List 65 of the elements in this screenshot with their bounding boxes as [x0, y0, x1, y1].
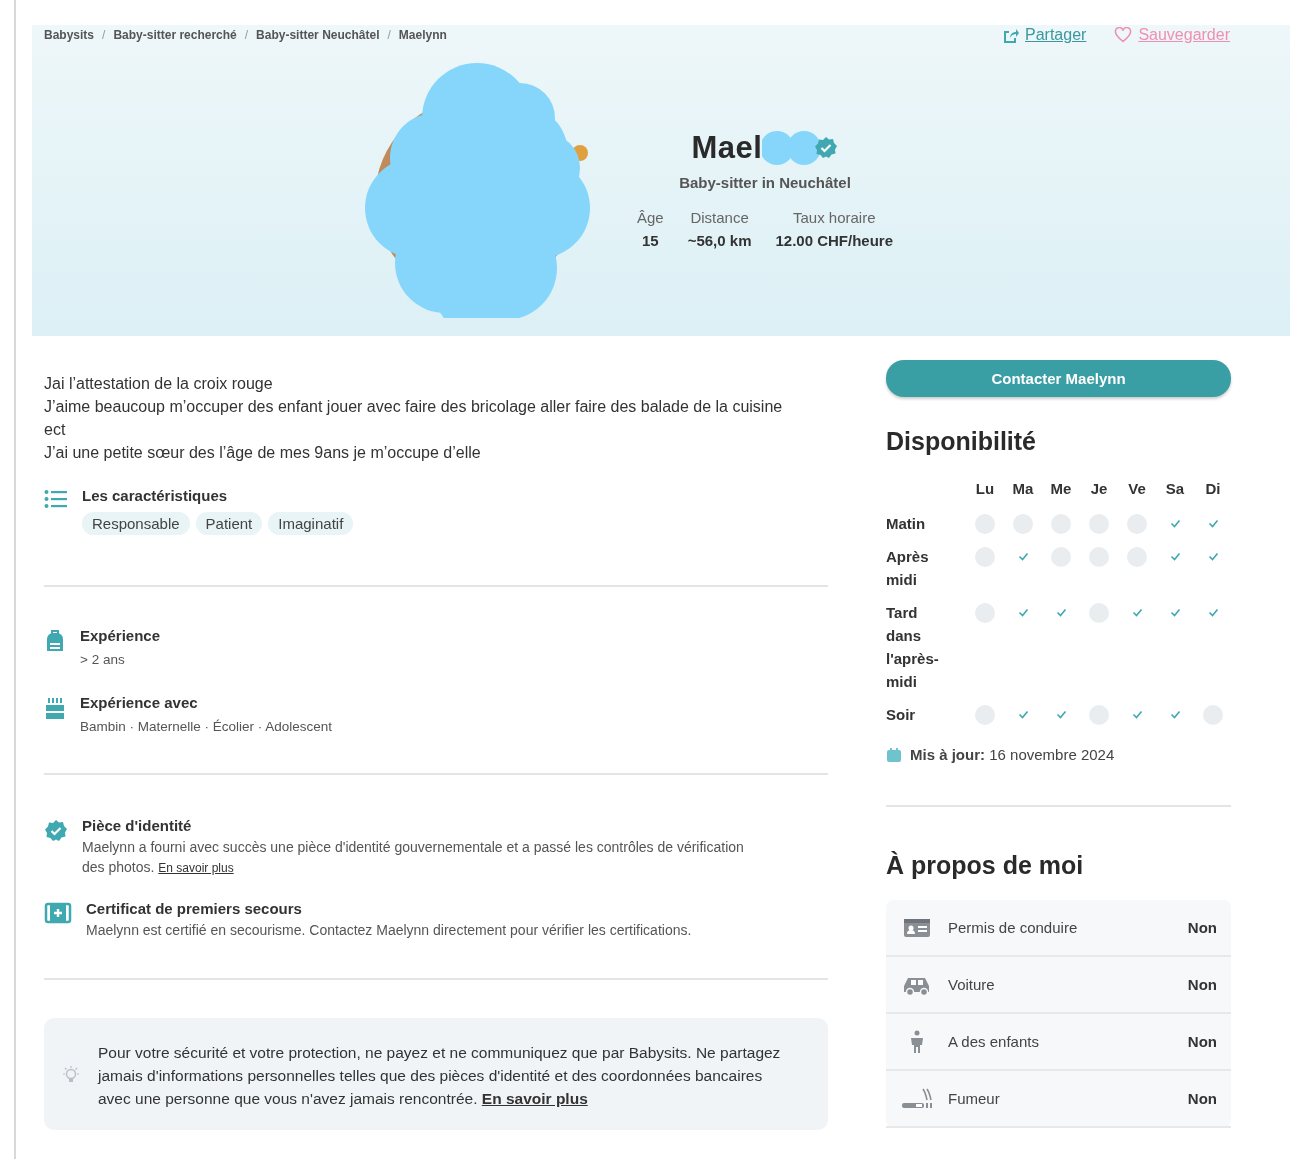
info-value: Non — [1187, 976, 1217, 993]
learn-more-link[interactable]: En savoir plus — [158, 861, 234, 875]
section-value: Bambin · Maternelle · Écolier · Adolescent — [80, 718, 333, 736]
section-text: Maelynn est certifié en secourisme. Contactez Maelynn directement pour vérifier les certifications. — [86, 921, 692, 940]
profile-subtitle: Baby-sitter in Neuchâtel — [679, 173, 851, 191]
heart-icon[interactable] — [1114, 27, 1133, 43]
stat-label: Taux horaire — [793, 208, 876, 226]
trait-tag: Imaginatif — [268, 512, 354, 535]
section-title: Pièce d'identité — [82, 817, 193, 834]
info-label: Voiture — [948, 976, 996, 993]
day-label: Sa — [1164, 480, 1186, 499]
updated-date: Mis à jour: 16 novembre 2024 — [910, 746, 1115, 763]
breadcrumb-link[interactable]: Baby-sitter Neuchâtel — [256, 28, 380, 42]
calendar-icon — [886, 746, 902, 763]
section-title: Certificat de premiers secours — [86, 900, 303, 917]
section-title: Expérience avec — [80, 694, 199, 711]
breadcrumb-link[interactable]: Babysits — [44, 28, 95, 42]
stat-value: 12.00 CHF/heure — [775, 231, 894, 249]
info-label: Permis de conduire — [948, 919, 1079, 936]
description-text: J’ai une petite sœur des l’âge de mes 9ans je m’occupe d’elle — [44, 443, 482, 463]
day-label: Lu — [974, 480, 996, 499]
cigarette-icon — [901, 1086, 933, 1111]
info-value: Non — [1187, 919, 1217, 936]
section-title: Les caractéristiques — [82, 487, 229, 504]
learn-more-link[interactable]: En savoir plus — [481, 1090, 588, 1107]
stat-value: 15 — [641, 231, 659, 249]
time-label: Soir — [886, 705, 917, 725]
verified-badge-icon — [44, 819, 68, 843]
cake-icon — [44, 696, 66, 720]
info-value: Non — [1187, 1090, 1217, 1107]
stat-value: ~56,0 km — [687, 231, 752, 249]
list-icon — [44, 489, 68, 509]
backpack-icon — [44, 629, 66, 653]
breadcrumb-separator: / — [387, 28, 391, 42]
day-label: Ve — [1127, 480, 1147, 499]
trait-tag: Patient — [195, 512, 263, 535]
profile-name: Mael — [691, 129, 763, 166]
breadcrumb-link[interactable]: Baby-sitter recherché — [113, 28, 237, 42]
day-label: Je — [1089, 480, 1109, 499]
section-value: > 2 ans — [80, 651, 126, 669]
breadcrumb-separator: / — [244, 28, 249, 42]
section-heading: À propos de moi — [886, 851, 1085, 880]
info-label: Fumeur — [948, 1090, 1001, 1107]
info-label: A des enfants — [948, 1033, 1040, 1050]
day-label: Me — [1049, 480, 1073, 499]
child-icon — [909, 1029, 925, 1054]
trait-tag: Responsable — [82, 512, 190, 535]
description-text: J’aime beaucoup m’occuper des enfant jouer avec faire des bricolage aller faire des balade de la cuisine ect — [44, 397, 784, 440]
description-text: Jai l’attestation de la croix rouge — [44, 374, 274, 394]
section-heading: Disponibilité — [886, 427, 1037, 456]
info-value: Non — [1187, 1033, 1217, 1050]
breadcrumb-link[interactable]: Maelynn — [398, 28, 447, 42]
time-label: Après midi — [886, 547, 930, 590]
id-card-icon — [903, 916, 931, 939]
first-aid-icon — [44, 902, 72, 924]
breadcrumb-separator: / — [102, 28, 106, 42]
day-label: Di — [1204, 480, 1222, 499]
stat-label: Distance — [690, 208, 749, 226]
time-label: Matin — [886, 514, 927, 534]
section-text: Maelynn a fourni avec succès une pièce d'identité gouvernementale et a passé les contrôles de vérification des photos. En savoir plus — [82, 838, 745, 877]
section-title: Expérience — [80, 627, 161, 644]
time-label: Tard dans l'après-midi — [886, 603, 940, 692]
stat-label: Âge — [636, 208, 664, 226]
day-label: Ma — [1011, 480, 1035, 499]
safety-notice: Pour votre sécurité et votre protection, ne payez et ne communiquez que par Babysits. Ne partagez jamais d'informations personnelles telles que des pièces d'identité et des coordonnées bancaires avec une personne que vous n'avez jamais rencontrée. En savoir plus — [98, 1043, 782, 1109]
